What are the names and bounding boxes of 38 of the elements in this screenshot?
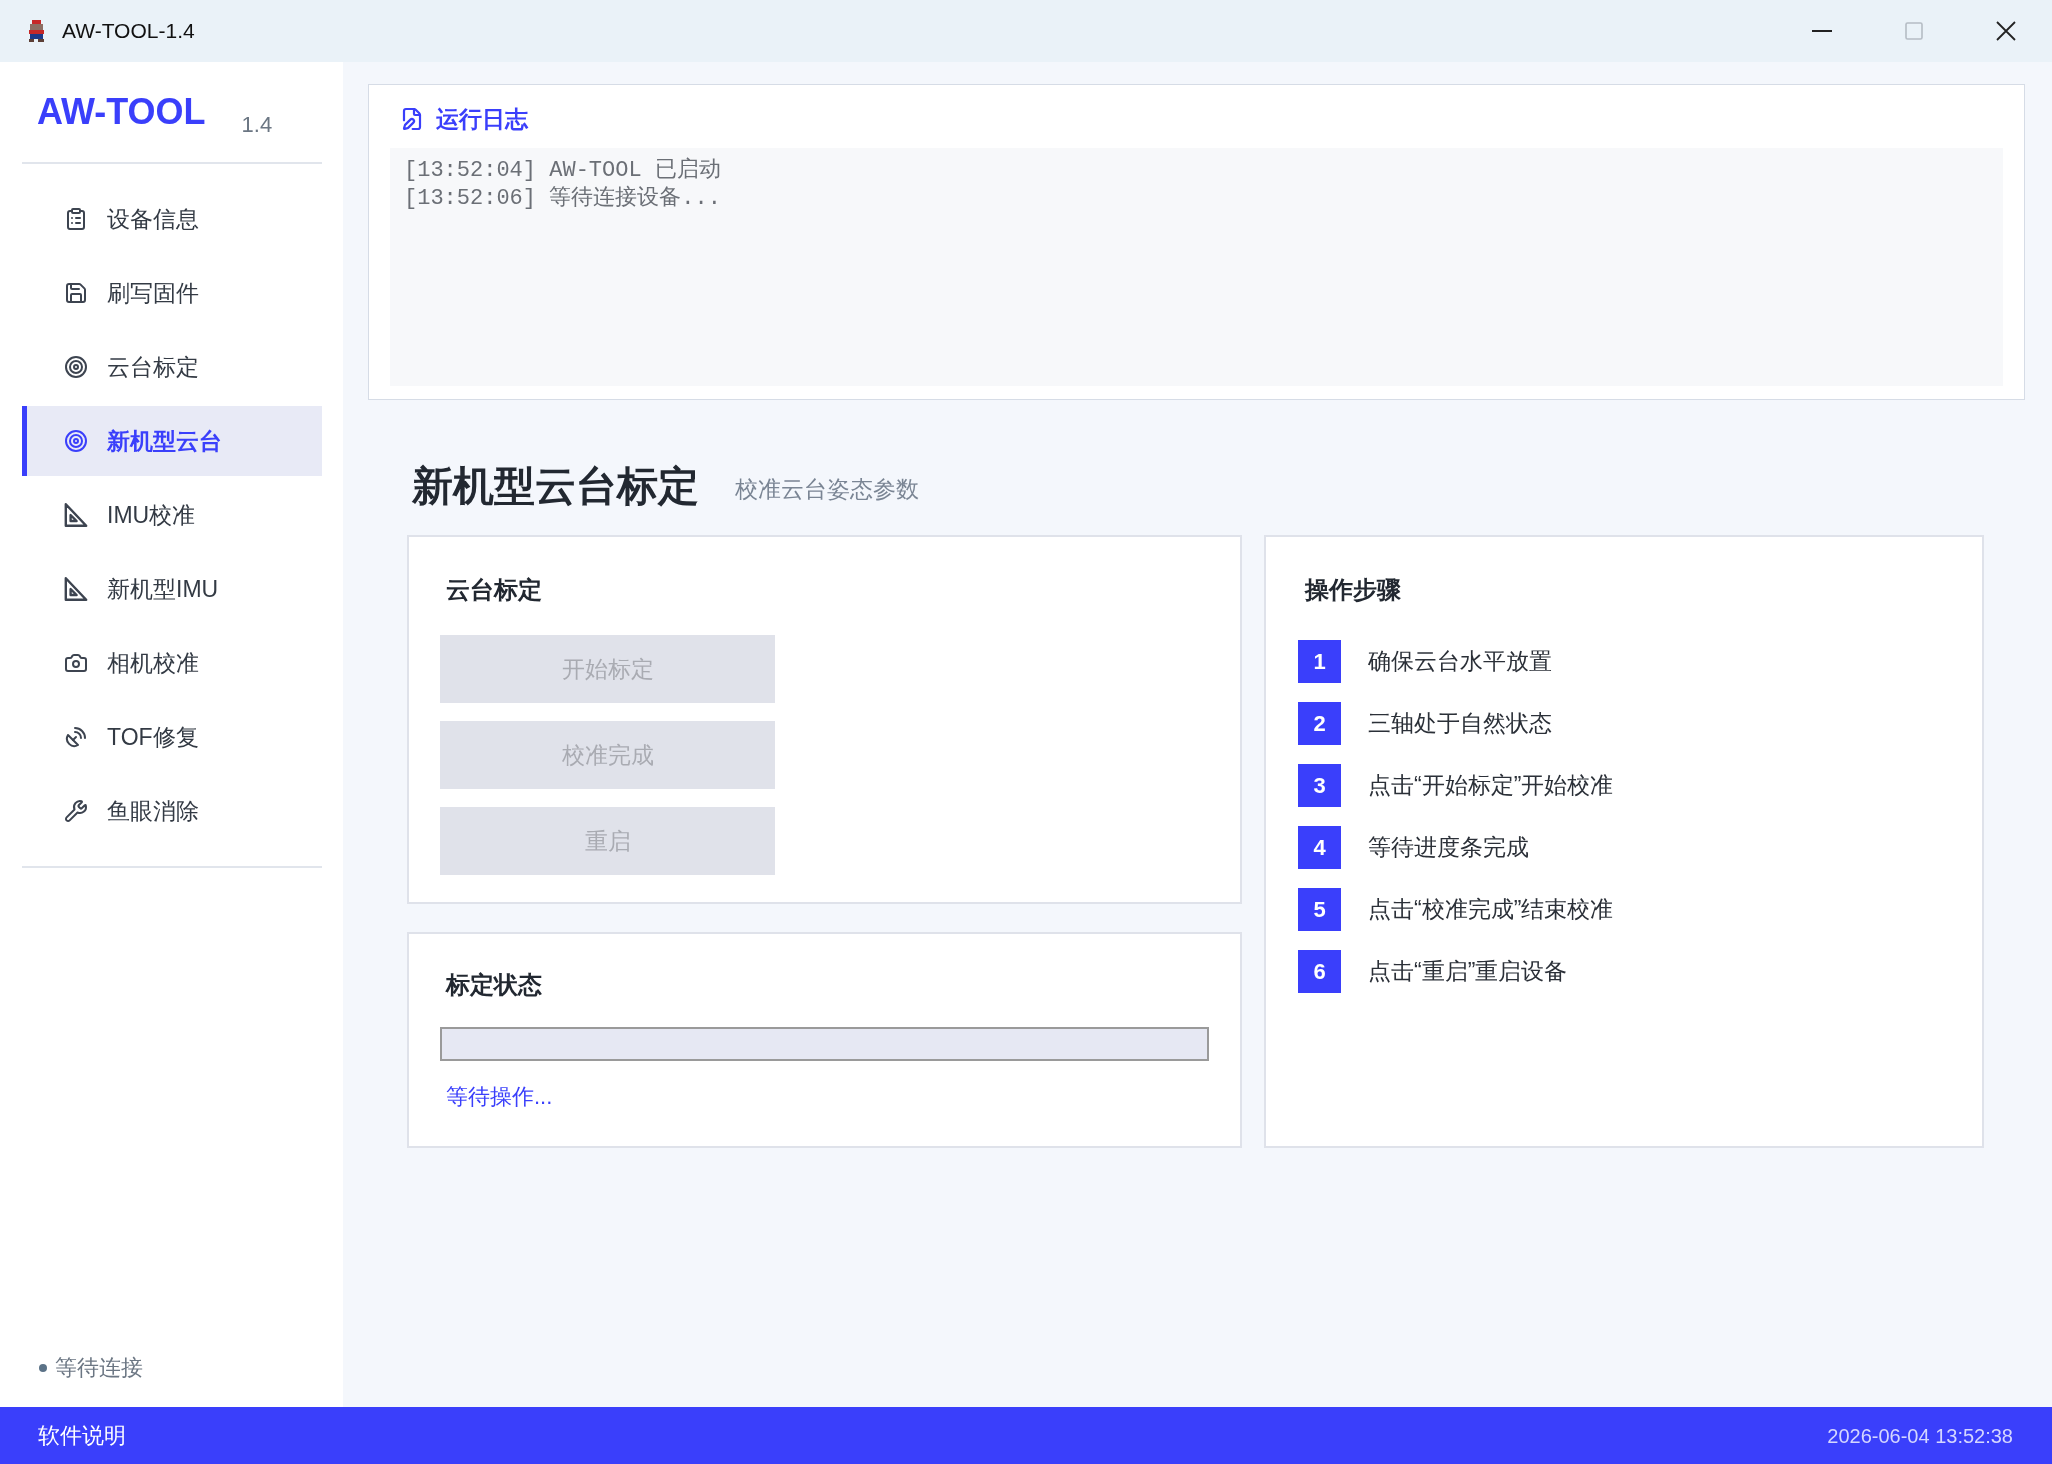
maximize-icon xyxy=(1905,22,1923,40)
step-number: 6 xyxy=(1298,950,1341,993)
sidebar-item[interactable]: 新机型云台 xyxy=(22,406,322,476)
step-number: 5 xyxy=(1298,888,1341,931)
edit-document-icon xyxy=(400,107,424,131)
step-number: 4 xyxy=(1298,826,1341,869)
card-title: 标定状态 xyxy=(446,970,542,1000)
close-icon xyxy=(1996,21,2016,41)
target-icon xyxy=(64,355,88,379)
window-title: AW-TOOL-1.4 xyxy=(62,18,195,45)
connection-status: 等待连接 xyxy=(55,1354,143,1382)
page-subtitle: 校准云台姿态参数 xyxy=(735,474,919,504)
step-number: 1 xyxy=(1298,640,1341,683)
log-line: [13:52:06] 等待连接设备... xyxy=(404,185,721,213)
log-line: [13:52:04] AW-TOOL 已启动 xyxy=(404,157,721,185)
app-version: 1.4 xyxy=(241,114,273,136)
satellite-dish-icon xyxy=(64,725,88,749)
target-icon xyxy=(64,429,88,453)
step-number: 2 xyxy=(1298,702,1341,745)
step-text: 点击“重启”重启设备 xyxy=(1368,957,1568,987)
step-text: 三轴处于自然状态 xyxy=(1368,709,1552,739)
card-title: 云台标定 xyxy=(446,575,542,605)
step-number: 3 xyxy=(1298,764,1341,807)
help-link[interactable]: 软件说明 xyxy=(38,1419,126,1452)
log-title: 运行日志 xyxy=(436,104,528,134)
wrench-icon xyxy=(64,799,88,823)
step-text: 等待进度条完成 xyxy=(1368,833,1529,863)
page-title: 新机型云台标定 xyxy=(412,462,699,510)
clipboard-icon xyxy=(64,207,88,231)
step-text: 点击“校准完成”结束校准 xyxy=(1368,895,1614,925)
step-text: 确保云台水平放置 xyxy=(1368,647,1552,677)
minimize-icon xyxy=(1812,30,1832,32)
step-text: 点击“开始标定”开始校准 xyxy=(1368,771,1614,801)
status-message: 等待操作... xyxy=(446,1083,553,1111)
card-title: 操作步骤 xyxy=(1305,575,1401,605)
camera-icon xyxy=(64,651,88,675)
app-logo: AW-TOOL xyxy=(37,94,206,130)
status-datetime: 2026-06-04 13:52:38 xyxy=(1827,1423,2013,1449)
